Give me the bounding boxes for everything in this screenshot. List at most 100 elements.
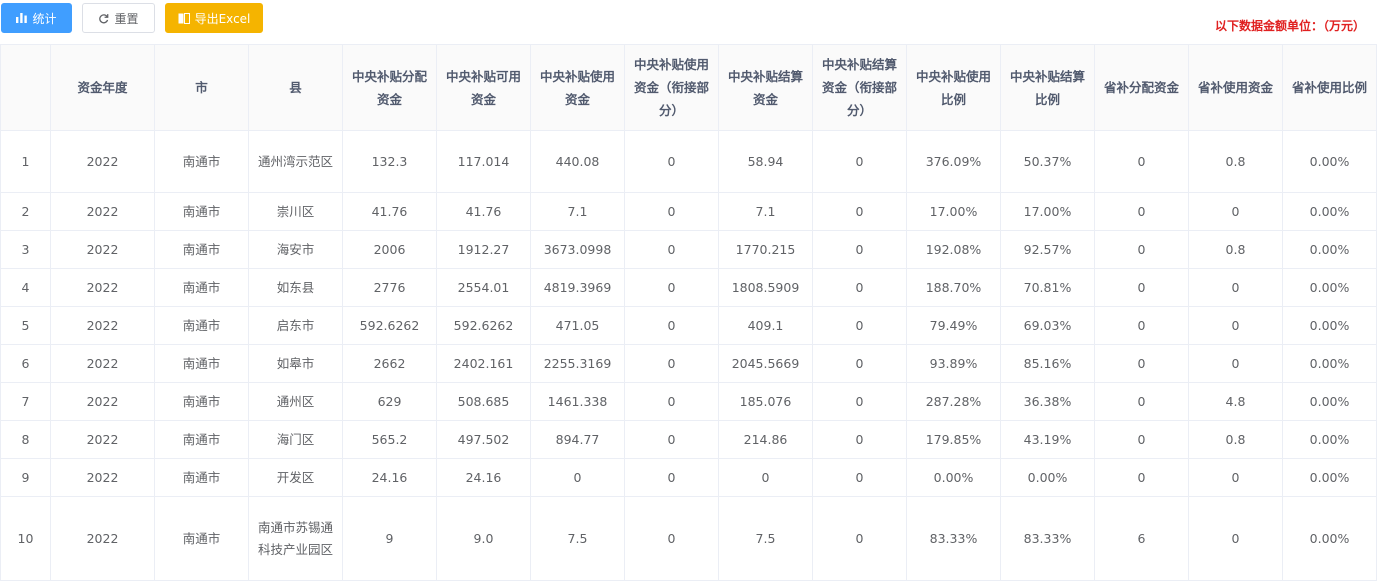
table-cell: 7 — [0, 382, 51, 421]
table-cell: 2022 — [50, 192, 155, 231]
bar-chart-icon — [16, 13, 28, 23]
table-cell: 2402.161 — [436, 344, 531, 383]
table-cell: 69.03% — [1000, 306, 1095, 345]
table-cell: 启东市 — [248, 306, 343, 345]
stat-button[interactable]: 统计 — [1, 3, 72, 33]
table-cell: 7.5 — [530, 496, 625, 581]
table-cell: 0.00% — [906, 458, 1001, 497]
table-cell: 70.81% — [1000, 268, 1095, 307]
table-row: 1 2022 南通市 通州湾示范区 132.3 117.014 440.08 0 58.94 0 3… — [0, 130, 1377, 193]
table-cell: 4 — [0, 268, 51, 307]
table-row: 2 2022 南通市 崇川区 41.76 41.76 7.1 0 7.1 0 17.00% 17.00… — [0, 192, 1377, 231]
table-cell: 0.8 — [1188, 230, 1283, 269]
table-cell: 0 — [1094, 192, 1189, 231]
table-row: 5 2022 南通市 启东市 592.6262 592.6262 471.05 0 409.1 0… — [0, 306, 1377, 345]
stat-button-label: 统计 — [32, 11, 57, 26]
table-cell: 8 — [0, 420, 51, 459]
table-cell: 0 — [1094, 230, 1189, 269]
table-cell: 如东县 — [248, 268, 343, 307]
data-table: 资金年度 市 县 中央补贴分配资金 中央补贴可用资金 中央补贴使用资金 中央补贴… — [0, 44, 1377, 581]
table-cell: 592.6262 — [342, 306, 437, 345]
column-header: 资金年度 — [50, 44, 155, 131]
table-cell: 409.1 — [718, 306, 813, 345]
table-cell: 7.5 — [718, 496, 813, 581]
table-cell: 3673.0998 — [530, 230, 625, 269]
column-header — [0, 44, 51, 131]
reset-button[interactable]: 重置 — [82, 3, 155, 33]
table-cell: 41.76 — [436, 192, 531, 231]
table-cell: 471.05 — [530, 306, 625, 345]
table-cell: 0 — [812, 130, 907, 193]
table-cell: 0 — [624, 344, 719, 383]
table-cell: 0 — [1094, 306, 1189, 345]
table-cell: 9 — [342, 496, 437, 581]
table-cell: 43.19% — [1000, 420, 1095, 459]
table-cell: 1912.27 — [436, 230, 531, 269]
table-cell: 629 — [342, 382, 437, 421]
table-cell: 6 — [0, 344, 51, 383]
table-cell: 2022 — [50, 420, 155, 459]
table-cell: 287.28% — [906, 382, 1001, 421]
table-cell: 2022 — [50, 496, 155, 581]
table-cell: 24.16 — [342, 458, 437, 497]
table-cell: 0 — [1094, 344, 1189, 383]
table-cell: 4.8 — [1188, 382, 1283, 421]
table-cell: 南通市 — [154, 496, 249, 581]
table-cell: 1808.5909 — [718, 268, 813, 307]
column-header: 中央补贴结算比例 — [1000, 44, 1095, 131]
table-cell: 1461.338 — [530, 382, 625, 421]
table-cell: 565.2 — [342, 420, 437, 459]
table-cell: 2776 — [342, 268, 437, 307]
table-row: 10 2022 南通市 南通市苏锡通科技产业园区 9 9.0 7.5 0 7.5 0 83.33% 8… — [0, 496, 1377, 581]
table-cell: 2022 — [50, 268, 155, 307]
column-header: 中央补贴可用资金 — [436, 44, 531, 131]
column-header: 省补分配资金 — [1094, 44, 1189, 131]
table-cell: 0 — [812, 420, 907, 459]
table-cell: 9 — [0, 458, 51, 497]
table-cell: 南通市苏锡通科技产业园区 — [248, 496, 343, 581]
table-cell: 2006 — [342, 230, 437, 269]
table-cell: 83.33% — [1000, 496, 1095, 581]
table-cell: 179.85% — [906, 420, 1001, 459]
column-header: 中央补贴使用资金（衔接部分） — [624, 44, 719, 131]
table-cell: 0 — [624, 382, 719, 421]
table-cell: 0 — [718, 458, 813, 497]
table-cell: 0.8 — [1188, 130, 1283, 193]
table-cell: 36.38% — [1000, 382, 1095, 421]
table-cell: 0 — [812, 192, 907, 231]
table-cell: 0.00% — [1282, 458, 1377, 497]
refresh-icon — [98, 13, 109, 24]
column-header: 省补使用比例 — [1282, 44, 1377, 131]
table-cell: 185.076 — [718, 382, 813, 421]
table-cell: 通州区 — [248, 382, 343, 421]
table-cell: 1 — [0, 130, 51, 193]
table-cell: 0 — [1188, 458, 1283, 497]
table-row: 3 2022 南通市 海安市 2006 1912.27 3673.0998 0 1770.215… — [0, 230, 1377, 269]
table-cell: 0.00% — [1282, 192, 1377, 231]
table-cell: 6 — [1094, 496, 1189, 581]
table-cell: 2022 — [50, 458, 155, 497]
table-cell: 0 — [624, 268, 719, 307]
table-cell: 17.00% — [1000, 192, 1095, 231]
table-cell: 0 — [624, 496, 719, 581]
table-cell: 117.014 — [436, 130, 531, 193]
table-cell: 497.502 — [436, 420, 531, 459]
table-cell: 0 — [530, 458, 625, 497]
export-excel-button[interactable]: 导出Excel — [165, 3, 263, 33]
table-cell: 通州湾示范区 — [248, 130, 343, 193]
table-cell: 376.09% — [906, 130, 1001, 193]
table-cell: 0.00% — [1282, 230, 1377, 269]
column-header: 中央补贴分配资金 — [342, 44, 437, 131]
table-cell: 南通市 — [154, 306, 249, 345]
table-cell: 2022 — [50, 130, 155, 193]
toolbar: 统计 重置 导出Excel 以下数据金额单位：（万元） — [0, 0, 1379, 44]
table-cell: 0.00% — [1282, 344, 1377, 383]
table-cell: 0 — [624, 230, 719, 269]
table-cell: 2022 — [50, 230, 155, 269]
table-cell: 2045.5669 — [718, 344, 813, 383]
table-cell: 79.49% — [906, 306, 1001, 345]
table-cell: 894.77 — [530, 420, 625, 459]
table-cell: 0 — [624, 458, 719, 497]
table-cell: 0 — [1188, 192, 1283, 231]
table-cell: 南通市 — [154, 192, 249, 231]
